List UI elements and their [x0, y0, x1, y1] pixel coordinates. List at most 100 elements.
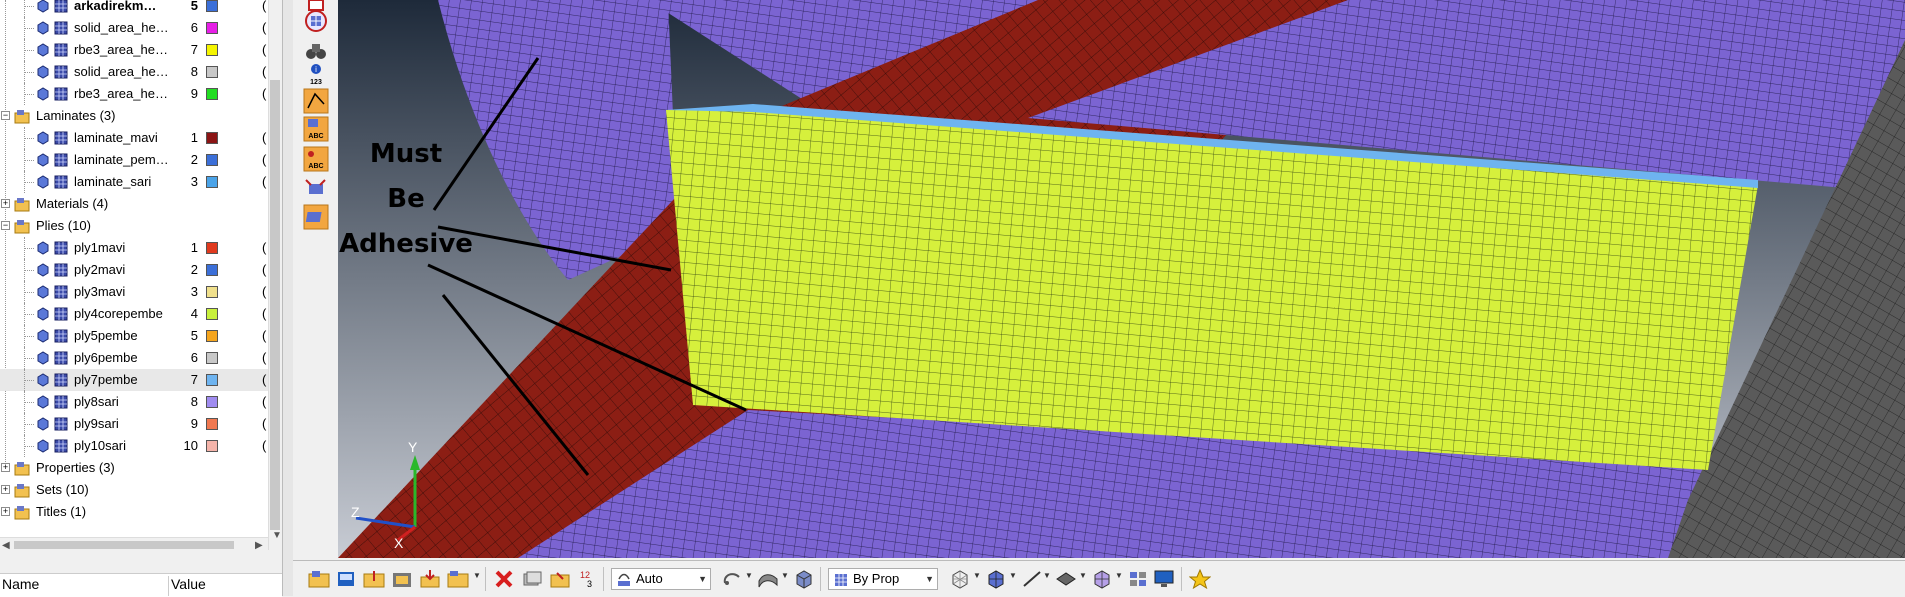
mesh-visibility-icon[interactable] — [54, 175, 68, 189]
expand-icon[interactable]: + — [1, 507, 10, 516]
shaded-icon[interactable] — [757, 569, 779, 589]
graphics-viewport[interactable]: Must Be Adhesive Y Z X — [338, 0, 1905, 558]
color-mode-dropdown-icon[interactable]: ▼ — [698, 569, 707, 589]
tree-item-row[interactable]: ply4corepembe 4 ( — [0, 303, 268, 325]
folder-icon[interactable] — [447, 569, 469, 589]
tree-item-row[interactable]: rbe3_area_he… 7 ( — [0, 39, 268, 61]
line-dropdown-icon[interactable]: ▼ — [1043, 571, 1051, 580]
favorite-star-icon[interactable] — [1189, 569, 1211, 589]
mesh-visibility-icon[interactable] — [54, 263, 68, 277]
scroll-down-arrow-icon[interactable]: ▼ — [272, 530, 282, 541]
export-icon[interactable] — [391, 569, 413, 589]
mesh-visibility-icon[interactable] — [54, 43, 68, 57]
tree-item-row[interactable]: solid_area_he… 8 ( — [0, 61, 268, 83]
model-render[interactable]: Must Be Adhesive Y Z X — [338, 0, 1905, 558]
color-swatch[interactable] — [206, 132, 218, 144]
tree-item-row[interactable]: laminate_pem… 2 ( — [0, 149, 268, 171]
browser-horizontal-scroll-thumb[interactable] — [14, 541, 234, 549]
color-swatch[interactable] — [206, 396, 218, 408]
mesh-visibility-icon[interactable] — [54, 329, 68, 343]
color-swatch[interactable] — [206, 0, 218, 12]
tree-item-row[interactable]: solid_area_he… 6 ( — [0, 17, 268, 39]
color-swatch[interactable] — [206, 66, 218, 78]
tree-group-row[interactable]: + Materials (4) — [0, 193, 268, 215]
mesh-visibility-icon[interactable] — [54, 417, 68, 431]
color-swatch[interactable] — [206, 154, 218, 166]
element-grid-icon[interactable] — [303, 8, 329, 34]
tree-item-row[interactable]: ply2mavi 2 ( — [0, 259, 268, 281]
mesh-visibility-icon[interactable] — [54, 439, 68, 453]
name-column-header[interactable]: Name — [2, 576, 39, 592]
mesh-visibility-icon[interactable] — [54, 65, 68, 79]
mesh-visibility-icon[interactable] — [54, 87, 68, 101]
tree-item-row[interactable]: ply9sari 9 ( — [0, 413, 268, 435]
expand-icon[interactable]: + — [1, 199, 10, 208]
mesh-visibility-icon[interactable] — [54, 373, 68, 387]
save-model-icon[interactable] — [335, 569, 357, 589]
expand-icon[interactable]: + — [1, 485, 10, 494]
value-column-header[interactable]: Value — [168, 576, 206, 596]
shaded-elements-dropdown-icon[interactable]: ▼ — [1009, 571, 1017, 580]
tree-item-row[interactable]: ply7pembe 7 ( — [0, 369, 268, 391]
color-swatch[interactable] — [206, 88, 218, 100]
unmask-icon[interactable] — [549, 569, 571, 589]
import-icon[interactable] — [363, 569, 385, 589]
display-icon[interactable] — [1153, 569, 1175, 589]
color-swatch[interactable] — [206, 242, 218, 254]
color-swatch[interactable] — [206, 22, 218, 34]
tree-item-row[interactable]: ply8sari 8 ( — [0, 391, 268, 413]
tree-group-row[interactable]: − Plies (10) — [0, 215, 268, 237]
tree-group-row[interactable]: + Properties (3) — [0, 457, 268, 479]
tree-group-row[interactable]: − Laminates (3) — [0, 105, 268, 127]
scroll-right-arrow-icon[interactable]: ▶ — [255, 540, 263, 551]
wireframe-dropdown-icon[interactable]: ▼ — [973, 571, 981, 580]
folder-dropdown-icon[interactable]: ▼ — [473, 571, 481, 580]
feature-icon[interactable] — [1055, 569, 1077, 589]
mask-icon[interactable] — [521, 569, 543, 589]
tree-item-row[interactable]: ply10sari 10 ( — [0, 435, 268, 457]
expand-icon[interactable]: + — [1, 463, 10, 472]
tree-group-row[interactable]: + Sets (10) — [0, 479, 268, 501]
measure-angle-icon[interactable] — [303, 88, 329, 114]
shaded-elements-icon[interactable] — [985, 569, 1007, 589]
label-abc-icon[interactable]: ABC — [303, 116, 329, 142]
color-swatch[interactable] — [206, 308, 218, 320]
tree-item-row[interactable]: ply6pembe 6 ( — [0, 347, 268, 369]
counter-icon[interactable]: 123 — [577, 569, 599, 589]
color-swatch[interactable] — [206, 374, 218, 386]
info-count-icon[interactable]: i 123 — [303, 62, 329, 88]
color-swatch[interactable] — [206, 264, 218, 276]
solver-export-icon[interactable] — [419, 569, 441, 589]
load-arrows-icon[interactable] — [303, 176, 329, 202]
surface-normal-icon[interactable] — [303, 204, 329, 230]
wireframe-icon[interactable] — [949, 569, 971, 589]
collapse-icon[interactable]: − — [1, 111, 10, 120]
layers-icon[interactable] — [1127, 569, 1149, 589]
mesh-visibility-icon[interactable] — [54, 285, 68, 299]
tree-item-row[interactable]: rbe3_area_he… 9 ( — [0, 83, 268, 105]
mesh-display-dropdown-icon[interactable]: ▼ — [1115, 571, 1123, 580]
box-icon[interactable] — [793, 569, 815, 589]
shaded-dropdown-icon[interactable]: ▼ — [781, 571, 789, 580]
tree-item-row[interactable]: laminate_sari 3 ( — [0, 171, 268, 193]
tree-item-row[interactable]: laminate_mavi 1 ( — [0, 127, 268, 149]
color-swatch[interactable] — [206, 418, 218, 430]
scroll-left-arrow-icon[interactable]: ◀ — [2, 540, 10, 551]
display-by-combo[interactable]: By Prop ▼ — [828, 568, 938, 590]
mesh-visibility-icon[interactable] — [54, 0, 68, 13]
mesh-visibility-icon[interactable] — [54, 21, 68, 35]
color-swatch[interactable] — [206, 44, 218, 56]
tree-item-row[interactable]: ply3mavi 3 ( — [0, 281, 268, 303]
delete-icon[interactable] — [493, 569, 515, 589]
mesh-visibility-icon[interactable] — [54, 131, 68, 145]
rotate-icon[interactable] — [721, 569, 743, 589]
rotate-dropdown-icon[interactable]: ▼ — [745, 571, 753, 580]
tree-group-row[interactable]: + Titles (1) — [0, 501, 268, 523]
color-mode-combo[interactable]: Auto ▼ — [611, 568, 711, 590]
mesh-visibility-icon[interactable] — [54, 395, 68, 409]
mesh-visibility-icon[interactable] — [54, 307, 68, 321]
color-swatch[interactable] — [206, 440, 218, 452]
binoculars-find-icon[interactable] — [303, 38, 329, 64]
color-swatch[interactable] — [206, 352, 218, 364]
mesh-visibility-icon[interactable] — [54, 351, 68, 365]
